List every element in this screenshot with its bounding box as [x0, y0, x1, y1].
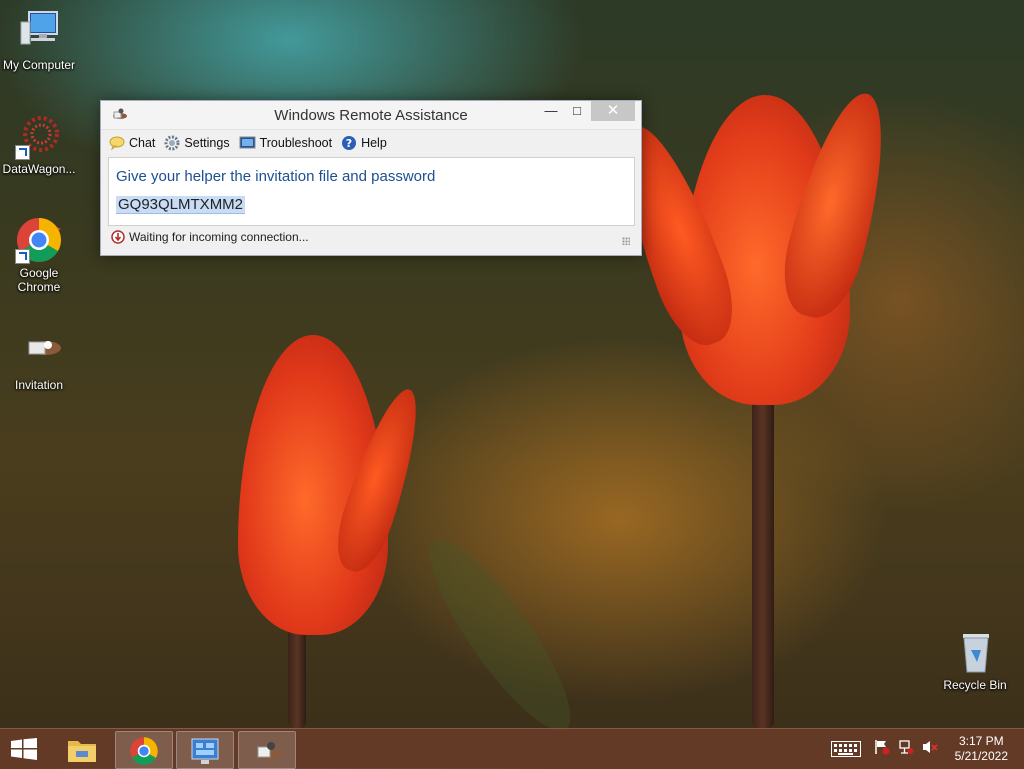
- taskbar-control-panel[interactable]: [176, 731, 234, 769]
- chat-button[interactable]: Chat: [109, 136, 155, 150]
- status-bar: Waiting for incoming connection...: [108, 226, 633, 248]
- computer-icon: [15, 8, 63, 56]
- desktop-icon-my-computer[interactable]: My Computer: [0, 8, 78, 72]
- chat-icon: [109, 136, 125, 150]
- settings-label: Settings: [184, 136, 230, 150]
- remote-assistance-window: Windows Remote Assistance — □ ✕ Chat Set…: [100, 100, 642, 256]
- title-bar[interactable]: Windows Remote Assistance — □ ✕: [101, 101, 641, 129]
- windows-start-icon[interactable]: [10, 738, 38, 760]
- taskbar-google-chrome[interactable]: [115, 731, 173, 769]
- troubleshoot-button[interactable]: Troubleshoot: [239, 136, 333, 150]
- network-icon[interactable]: [898, 739, 914, 755]
- help-icon: ?: [342, 136, 357, 150]
- svg-text:?: ?: [346, 137, 352, 150]
- desktop-icon-label: DataWagon...: [2, 162, 76, 176]
- chrome-icon: [130, 737, 158, 765]
- keyboard-icon[interactable]: [831, 741, 861, 757]
- desktop-icon-datawagon[interactable]: DataWagon...: [0, 112, 78, 176]
- desktop-icon-label: Google Chrome: [17, 266, 61, 294]
- invitation-icon: [15, 328, 63, 376]
- settings-button[interactable]: Settings: [164, 135, 230, 151]
- password-field[interactable]: GQ93QLMTXMM2: [116, 196, 246, 214]
- shortcut-arrow-icon: [15, 249, 30, 264]
- action-center-flag-icon[interactable]: [874, 739, 890, 755]
- datawagon-icon: [15, 112, 63, 160]
- remote-assistance-icon: [257, 742, 281, 759]
- troubleshoot-label: Troubleshoot: [259, 136, 333, 150]
- shortcut-arrow-icon: [15, 145, 30, 160]
- desktop-icon-google-chrome[interactable]: Google Chrome: [0, 216, 78, 294]
- chrome-icon: [15, 216, 63, 264]
- status-text: Waiting for incoming connection...: [129, 230, 309, 244]
- folder-icon: [68, 741, 96, 762]
- speaker-muted-icon[interactable]: [922, 739, 938, 755]
- taskbar-remote-assistance[interactable]: [238, 731, 296, 769]
- desktop-icon-label: My Computer: [2, 58, 76, 72]
- clock-time: 3:17 PM: [958, 734, 1004, 748]
- minimize-button[interactable]: —: [538, 101, 564, 121]
- taskbar-file-explorer[interactable]: [53, 731, 109, 767]
- close-button[interactable]: ✕: [591, 101, 635, 121]
- help-label: Help: [361, 136, 387, 150]
- gear-icon: [164, 135, 180, 151]
- troubleshoot-icon: [239, 136, 256, 149]
- desktop-icon-label: Recycle Bin: [943, 678, 1007, 692]
- chat-label: Chat: [129, 136, 156, 150]
- invitation-panel: Give your helper the invitation file and…: [108, 157, 635, 226]
- desktop-icon-invitation[interactable]: Invitation: [0, 328, 78, 392]
- help-button[interactable]: ? Help: [341, 135, 387, 151]
- desktop-icon-recycle-bin[interactable]: Recycle Bin: [936, 628, 1014, 692]
- instruction-heading: Give your helper the invitation file and…: [116, 168, 436, 185]
- desktop-icon-label: Invitation: [14, 378, 64, 392]
- recycle-bin-icon: [951, 628, 999, 676]
- system-clock[interactable]: 3:17 PM 5/21/2022: [955, 734, 1008, 764]
- resize-grip[interactable]: [622, 237, 630, 245]
- toolbar: Chat Settings Troubleshoot ? Help: [101, 129, 641, 156]
- maximize-button[interactable]: □: [564, 101, 590, 121]
- control-panel-icon: [191, 738, 219, 764]
- clock-date: 5/21/2022: [954, 749, 1008, 763]
- taskbar: 3:17 PM 5/21/2022: [0, 728, 1024, 769]
- download-arrow-icon: [111, 230, 125, 244]
